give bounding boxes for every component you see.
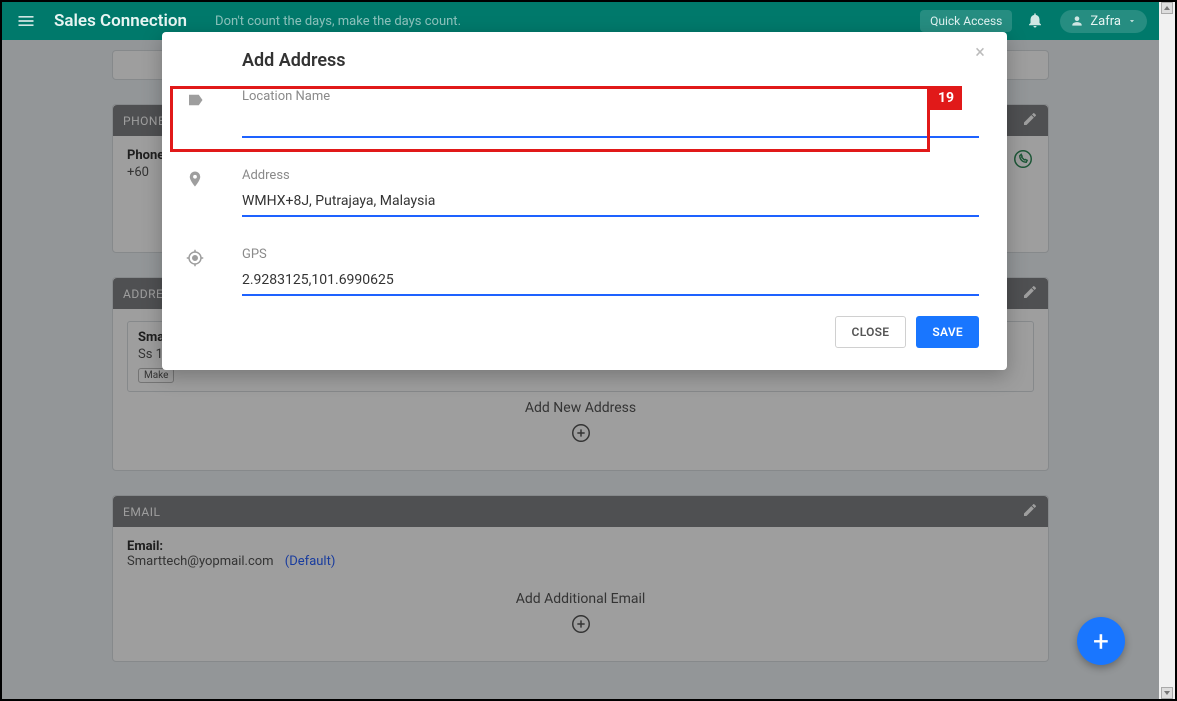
pin-icon (184, 168, 224, 188)
close-button[interactable]: CLOSE (835, 316, 907, 348)
gps-icon (184, 247, 224, 267)
user-name: Zafra (1090, 14, 1121, 29)
location-name-label: Location Name (242, 89, 979, 104)
scroll-down-icon[interactable] (1161, 687, 1173, 699)
user-menu[interactable]: Zafra (1060, 10, 1147, 33)
close-icon[interactable]: × (971, 44, 989, 62)
address-input[interactable] (242, 187, 979, 217)
menu-icon[interactable] (14, 9, 38, 33)
location-name-input[interactable] (242, 108, 979, 138)
modal-actions: CLOSE SAVE (184, 316, 979, 348)
scroll-up-icon[interactable] (1161, 2, 1173, 14)
gps-row: GPS (184, 243, 979, 296)
gps-label: GPS (242, 247, 979, 262)
save-button[interactable]: SAVE (916, 316, 979, 348)
gps-input[interactable] (242, 266, 979, 296)
quote-text: Don't count the days, make the days coun… (215, 14, 920, 29)
location-name-row: Location Name (184, 85, 979, 138)
address-row: Address (184, 164, 979, 217)
quick-access-button[interactable]: Quick Access (920, 10, 1012, 32)
brand-title: Sales Connection (54, 11, 187, 31)
modal-title: Add Address (242, 50, 979, 71)
add-address-modal: × Add Address Location Name Address (162, 32, 1007, 370)
label-icon (184, 89, 224, 109)
address-label: Address (242, 168, 979, 183)
chevron-down-icon (1127, 16, 1137, 26)
scrollbar[interactable] (1159, 2, 1175, 699)
avatar-icon (1070, 14, 1084, 28)
fab-add-button[interactable]: + (1077, 617, 1125, 665)
bell-icon[interactable] (1026, 11, 1046, 31)
